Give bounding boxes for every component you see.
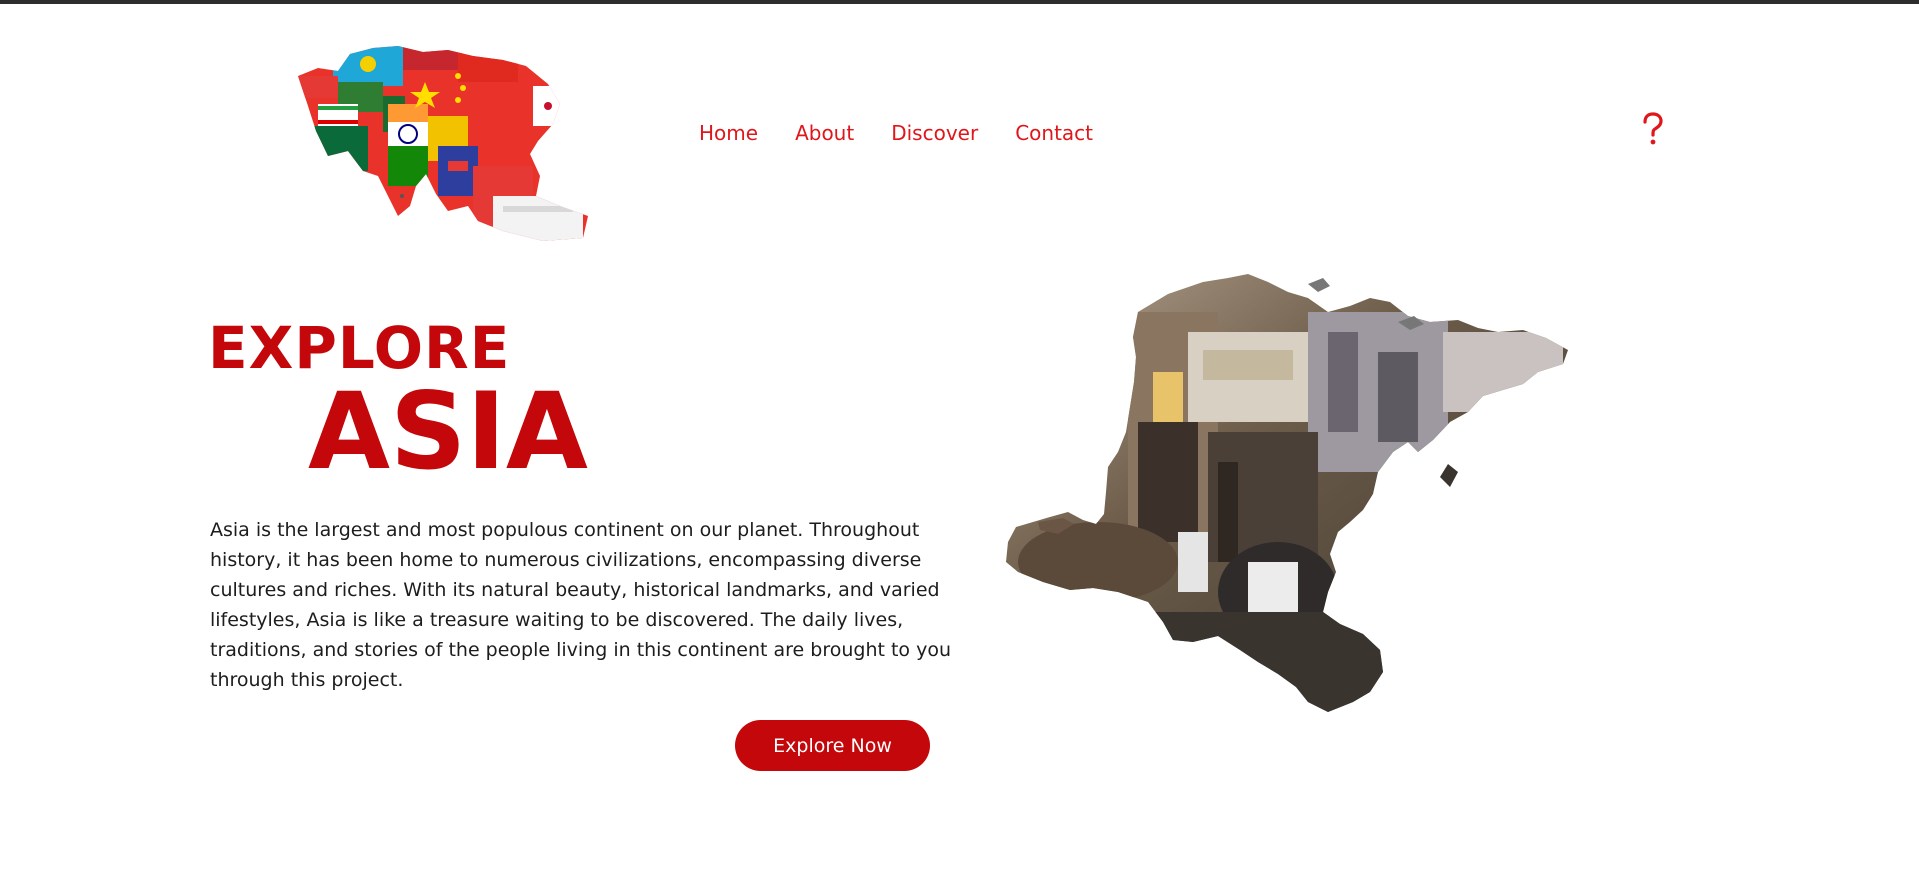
explore-now-button[interactable]: Explore Now	[735, 720, 930, 771]
asia-map-street-photo	[1006, 274, 1568, 712]
nav-contact[interactable]: Contact	[1015, 121, 1093, 145]
nav-about[interactable]: About	[795, 121, 854, 145]
nav-home[interactable]: Home	[699, 121, 758, 145]
hero-description: Asia is the largest and most populous co…	[210, 519, 952, 691]
asia-flag-map-logo[interactable]	[298, 46, 590, 242]
nav-discover[interactable]: Discover	[891, 121, 978, 145]
main-nav: Home About Discover Contact	[699, 118, 1093, 148]
hero-title-asia: ASIA	[308, 370, 588, 493]
question-mark-icon[interactable]	[1642, 112, 1664, 146]
top-bar	[0, 0, 1919, 4]
